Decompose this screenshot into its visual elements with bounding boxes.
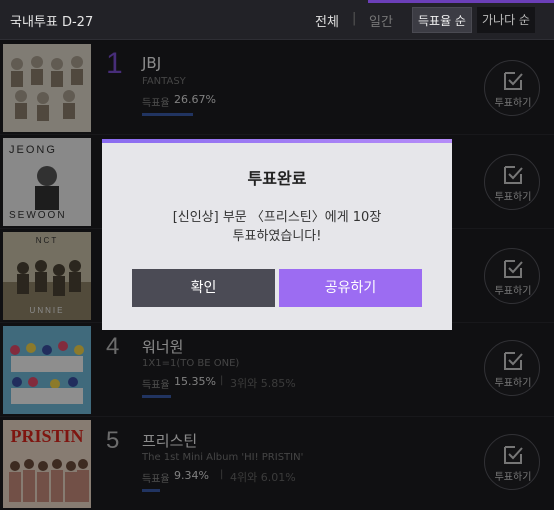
dialog-title: 투표완료 — [247, 169, 307, 188]
tab-daily[interactable]: 일간 — [369, 11, 393, 30]
dialog-message-line: [신인상] 부문 〈프리스틴〉에게 10장 — [172, 210, 382, 225]
dialog-accent-bar — [102, 139, 452, 143]
sort-by-rate-button[interactable]: 득표율 순 — [412, 7, 472, 33]
page-title: 국내투표 D-27 — [10, 15, 94, 30]
header-bar: 국내투표 D-27 전체 | 일간 득표율 순 가나다 순 — [0, 0, 554, 40]
tab-all[interactable]: 전체 — [315, 11, 339, 30]
sort-alphabetical-button[interactable]: 가나다 순 — [477, 7, 535, 33]
dialog-message: [신인상] 부문 〈프리스틴〉에게 10장 투표하였습니다! — [102, 208, 452, 246]
vote-complete-dialog: 투표완료 [신인상] 부문 〈프리스틴〉에게 10장 투표하였습니다! 확인 공… — [102, 139, 452, 330]
dialog-message-line: 투표하였습니다! — [232, 229, 322, 244]
tab-divider: | — [352, 11, 357, 26]
share-button[interactable]: 공유하기 — [279, 269, 422, 307]
header-accent-line — [368, 0, 554, 3]
confirm-button[interactable]: 확인 — [132, 269, 275, 307]
